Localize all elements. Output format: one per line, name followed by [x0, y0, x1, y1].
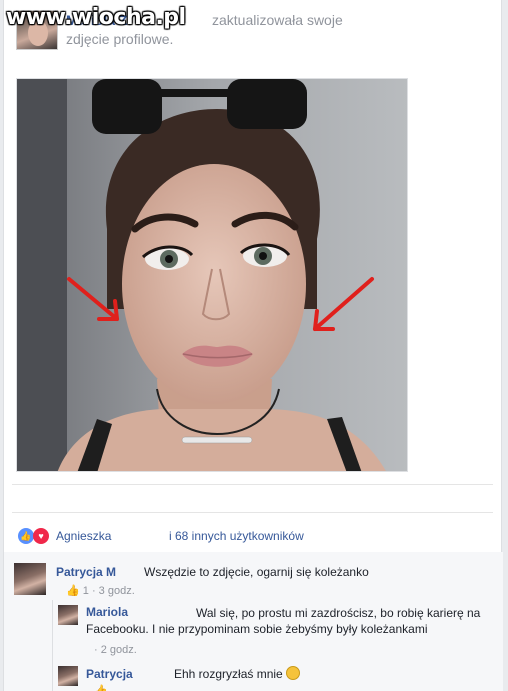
post-card: Mariola Ż zaktualizowała swoje zdjęcie p… [3, 0, 503, 691]
post-action-text: zaktualizowała swoje [212, 12, 343, 28]
comment-like-count[interactable]: 1 [83, 585, 89, 597]
comment-meta: 👍 1 · 3 godz. [66, 584, 135, 597]
like-thumb-icon[interactable]: 👍 [94, 685, 108, 691]
divider [12, 512, 493, 513]
reply-thread-line [52, 600, 53, 691]
love-reaction-icon: ♥ [33, 528, 49, 544]
commenter-avatar[interactable] [14, 563, 46, 595]
site-watermark: www.wiocha.pl [6, 5, 186, 30]
reply-author[interactable]: Patrycja [86, 667, 133, 681]
liker-name[interactable]: Agnieszka [56, 529, 111, 543]
divider [12, 484, 493, 485]
reply-avatar[interactable] [58, 605, 78, 625]
other-likers-link[interactable]: i 68 innych użytkowników [169, 529, 304, 543]
reply-avatar[interactable] [58, 666, 78, 686]
comment-author[interactable]: Patrycja M [56, 565, 116, 579]
like-reaction-icon: 👍 [18, 528, 34, 544]
reply-like-thumb[interactable]: 👍 [94, 684, 108, 691]
like-thumb-icon[interactable]: 👍 [66, 585, 80, 597]
reply-text: Wal się, po prostu mi zazdrościsz, bo ro… [86, 606, 481, 636]
reply-text-content: Ehh rozgryzłaś mnie [174, 667, 283, 681]
reply-time[interactable]: · 2 godz. [94, 644, 137, 656]
confused-emoji-icon [286, 666, 301, 680]
post-action-text-2[interactable]: zdjęcie profilowe. [66, 31, 173, 47]
reply-text: Ehh rozgryzłaś mnie [174, 666, 301, 682]
profile-photo[interactable] [16, 78, 408, 472]
comment-text: Wszędzie to zdjęcie, ogarnij się koleżan… [144, 565, 369, 579]
comment-time[interactable]: · 3 godz. [92, 585, 135, 597]
